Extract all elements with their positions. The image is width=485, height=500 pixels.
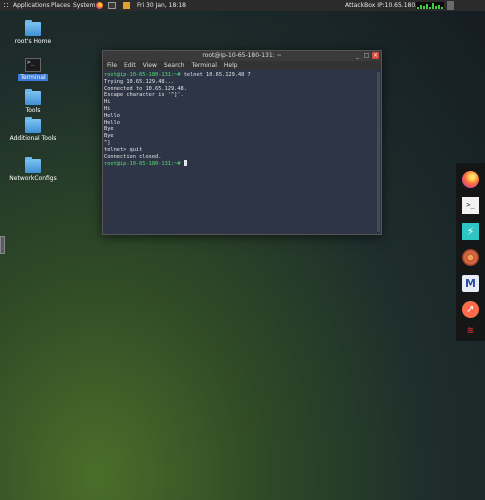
top-panel: Applications Places System Fri 30 Jan, 1…: [0, 0, 485, 11]
desktop-icon-label: Terminal: [18, 74, 48, 81]
terminal-launcher-icon[interactable]: [108, 2, 116, 9]
terminal-icon: >_: [25, 58, 41, 72]
menu-bar: File Edit View Search Terminal Help: [103, 61, 381, 70]
desktop-icon-additional-tools[interactable]: Additional Tools: [3, 117, 63, 142]
menu-search[interactable]: Search: [164, 62, 185, 69]
desktop-icon-networkconfigs[interactable]: NetworkConfigs: [3, 157, 63, 182]
burp-suite-icon[interactable]: [462, 249, 479, 266]
terminal-window[interactable]: root@ip-10-65-180-131: ~ _ □ × File Edit V…: [102, 50, 382, 235]
window-titlebar[interactable]: root@ip-10-65-180-131: ~ _ □ ×: [103, 51, 381, 61]
red-app-icon[interactable]: ≋: [462, 323, 479, 340]
desktop-icon-terminal[interactable]: >_ Terminal: [3, 58, 63, 81]
dock: >_ ⚡ M ➚ ≋: [456, 163, 485, 341]
menu-terminal[interactable]: Terminal: [192, 62, 217, 69]
output-line: Hi: [104, 99, 111, 106]
applications-menu[interactable]: Applications: [13, 0, 50, 11]
shell-prompt: root@ip-10-65-180-131:~#: [104, 161, 181, 168]
desktop-icon-label: Tools: [25, 107, 41, 114]
places-menu[interactable]: Places: [51, 0, 70, 11]
output-line: Bye: [104, 133, 114, 140]
folder-icon: [25, 89, 41, 105]
minimize-button[interactable]: _: [354, 52, 361, 59]
tray-icon[interactable]: [447, 1, 454, 10]
active-prompt-line[interactable]: root@ip-10-65-180-131:~#: [104, 160, 375, 168]
panel-handle[interactable]: [0, 236, 5, 254]
desktop-icon-tools[interactable]: Tools: [3, 89, 63, 114]
bolt-icon[interactable]: ⚡: [462, 223, 479, 240]
terminal-output[interactable]: root@ip-10-65-180-131:~# telnet 10.65.12…: [103, 70, 375, 234]
home-folder-icon: [25, 20, 41, 36]
terminal-icon[interactable]: >_: [462, 197, 479, 214]
shell-prompt: root@ip-10-65-180-131:~#: [104, 72, 181, 78]
firefox-launcher-icon[interactable]: [96, 2, 103, 9]
compass-icon[interactable]: ➚: [462, 301, 479, 318]
desktop-icon-label: NetworkConfigs: [9, 175, 57, 182]
applications-grid-icon[interactable]: [3, 2, 10, 9]
menu-help[interactable]: Help: [224, 62, 238, 69]
scrollbar[interactable]: [377, 72, 380, 232]
output-line: Hello: [104, 112, 120, 119]
output-line: ^]: [104, 139, 111, 146]
window-title: root@ip-10-65-180-131: ~: [202, 52, 282, 59]
output-line: Bye: [104, 126, 114, 133]
output-line: telnet> quit: [104, 146, 143, 153]
desktop-icon-label: root's Home: [14, 38, 52, 45]
metasploit-icon[interactable]: M: [462, 275, 479, 292]
text-cursor: [183, 160, 187, 167]
firefox-icon[interactable]: [462, 171, 479, 188]
maximize-button[interactable]: □: [363, 52, 370, 59]
menu-view[interactable]: View: [143, 62, 157, 69]
menu-edit[interactable]: Edit: [124, 62, 136, 69]
folder-launcher-icon[interactable]: [123, 2, 130, 9]
command-text: telnet 10.65.129.48 7: [180, 72, 251, 78]
folder-icon: [25, 157, 41, 173]
output-line: Connection closed.: [104, 153, 162, 160]
system-monitor-graph[interactable]: [416, 2, 444, 9]
clock[interactable]: Fri 30 Jan, 18:18: [137, 0, 186, 11]
output-line: Trying 10.65.129.48...: [104, 78, 175, 85]
close-button[interactable]: ×: [372, 52, 379, 59]
output-line: Escape character is '^]'.: [104, 92, 184, 99]
output-line: Connected to 10.65.129.48.: [104, 85, 187, 92]
desktop-icon-home[interactable]: root's Home: [3, 20, 63, 45]
desktop-icon-label: Additional Tools: [9, 135, 57, 142]
system-menu[interactable]: System: [73, 0, 95, 11]
output-line: Hello: [104, 119, 120, 126]
output-line: Hi: [104, 105, 111, 112]
folder-icon: [25, 117, 41, 133]
menu-file[interactable]: File: [107, 62, 117, 69]
command-line: root@ip-10-65-180-131:~# telnet 10.65.12…: [104, 72, 375, 79]
